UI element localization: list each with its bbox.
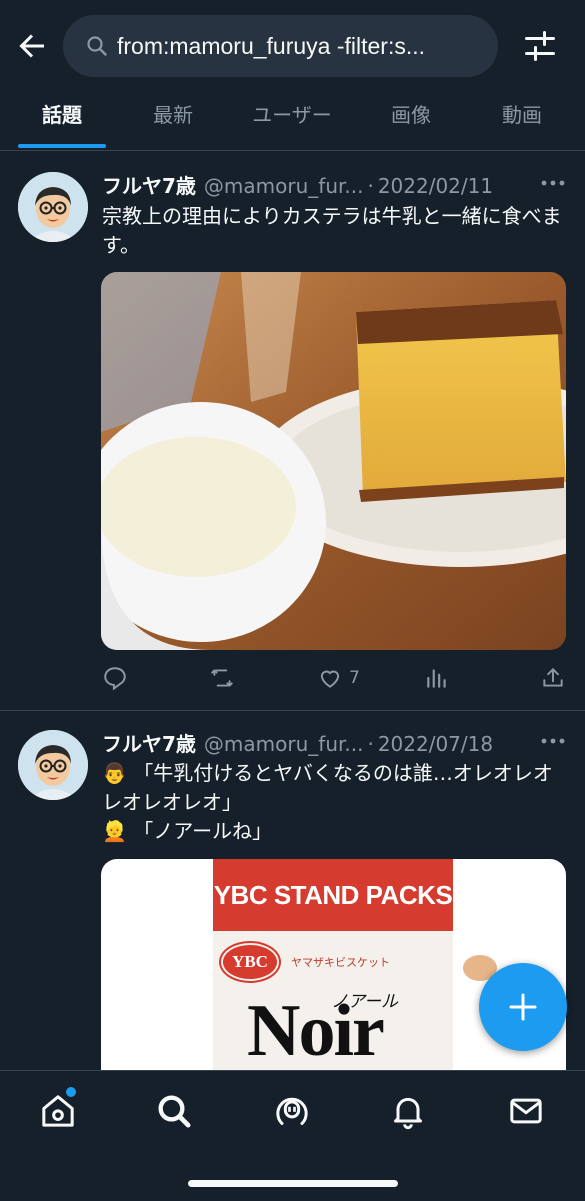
search-input[interactable]: from:mamoru_furuya -filter:s... bbox=[63, 15, 498, 77]
search-icon bbox=[87, 36, 107, 56]
tweet-actions: 7 bbox=[102, 665, 567, 695]
tab-videos[interactable]: 動画 bbox=[477, 92, 567, 150]
tweet-date[interactable]: 2022/02/11 bbox=[378, 174, 493, 198]
tweet[interactable]: フルヤ7歳 @mamoru_fur... · 2022/02/11 宗教上の理由… bbox=[0, 150, 585, 710]
heart-icon bbox=[320, 670, 340, 688]
more-options-icon[interactable] bbox=[540, 736, 566, 746]
compose-tweet-button[interactable] bbox=[479, 963, 567, 1051]
tab-latest[interactable]: 最新 bbox=[128, 92, 218, 150]
maker-name: ヤマザキビスケット bbox=[291, 956, 390, 969]
notifications-bell-icon[interactable] bbox=[388, 1091, 428, 1131]
more-options-icon[interactable] bbox=[540, 178, 566, 188]
product-name: Noir bbox=[247, 990, 385, 1072]
plus-icon bbox=[509, 993, 537, 1021]
tweet-header: フルヤ7歳 @mamoru_fur... · 2022/07/18 bbox=[102, 728, 493, 757]
man-emoji-icon: 👨 bbox=[102, 761, 127, 785]
package-banner: YBC STAND PACKS bbox=[213, 859, 453, 931]
tweet-text: 宗教上の理由によりカステラは牛乳と一緒に食べます。 bbox=[102, 204, 562, 257]
dialogue-text: 「牛乳付けるとヤバくなるのは誰…オレオレオレオレオレオ」 bbox=[102, 761, 553, 814]
separator: · bbox=[367, 732, 374, 756]
messages-mail-icon[interactable] bbox=[506, 1091, 546, 1131]
tab-photos[interactable]: 画像 bbox=[366, 92, 456, 150]
separator: · bbox=[367, 174, 374, 198]
tab-people[interactable]: ユーザー bbox=[234, 92, 350, 150]
share-icon[interactable] bbox=[540, 665, 566, 691]
avatar-cartoon-icon bbox=[18, 730, 88, 800]
retweet-icon[interactable] bbox=[208, 665, 236, 691]
tab-top[interactable]: 話題 bbox=[18, 92, 106, 150]
tweet-text: 👨 「牛乳付けるとヤバくなるのは誰…オレオレオレオレオレオ」 👱 「ノアールね」 bbox=[102, 759, 567, 846]
ybc-logo: YBC bbox=[221, 943, 279, 981]
top-bar: from:mamoru_furuya -filter:s... bbox=[0, 0, 585, 92]
spaces-icon[interactable] bbox=[272, 1091, 312, 1131]
reply-icon[interactable] bbox=[102, 665, 128, 691]
search-icon[interactable] bbox=[154, 1091, 194, 1131]
display-name[interactable]: フルヤ7歳 bbox=[102, 170, 196, 199]
blond-person-emoji-icon: 👱 bbox=[102, 819, 127, 843]
tweet-header: フルヤ7歳 @mamoru_fur... · 2022/02/11 bbox=[102, 170, 493, 199]
search-query: from:mamoru_furuya -filter:s... bbox=[117, 32, 426, 59]
avatar-cartoon-icon bbox=[18, 172, 88, 242]
home-indicator[interactable] bbox=[188, 1180, 398, 1187]
avatar[interactable] bbox=[18, 730, 88, 800]
username[interactable]: @mamoru_fur... bbox=[204, 732, 364, 756]
tweet-date[interactable]: 2022/07/18 bbox=[378, 732, 493, 756]
search-filter-icon[interactable] bbox=[522, 28, 558, 64]
search-tabs: 話題 最新 ユーザー 画像 動画 bbox=[0, 92, 585, 151]
views-analytics-icon[interactable] bbox=[424, 665, 450, 691]
username[interactable]: @mamoru_fur... bbox=[204, 174, 364, 198]
display-name[interactable]: フルヤ7歳 bbox=[102, 728, 196, 757]
castella-and-milk-photo-icon bbox=[101, 272, 566, 650]
noir-biscuit-package-photo-icon: YBC STAND PACKS YBC ヤマザキビスケット ノアール Noir bbox=[213, 859, 497, 1099]
like-count: 7 bbox=[349, 668, 360, 688]
avatar[interactable] bbox=[18, 172, 88, 242]
active-tab-indicator bbox=[18, 144, 106, 148]
dialogue-text: 「ノアールね」 bbox=[133, 819, 273, 843]
dialogue-line: 👨 「牛乳付けるとヤバくなるのは誰…オレオレオレオレオレオ」 bbox=[102, 759, 567, 817]
notification-dot bbox=[64, 1085, 78, 1099]
dialogue-line: 👱 「ノアールね」 bbox=[102, 817, 567, 846]
tweet-media[interactable] bbox=[101, 272, 566, 650]
back-arrow-icon[interactable] bbox=[14, 28, 50, 64]
like-button[interactable]: 7 bbox=[317, 665, 360, 691]
